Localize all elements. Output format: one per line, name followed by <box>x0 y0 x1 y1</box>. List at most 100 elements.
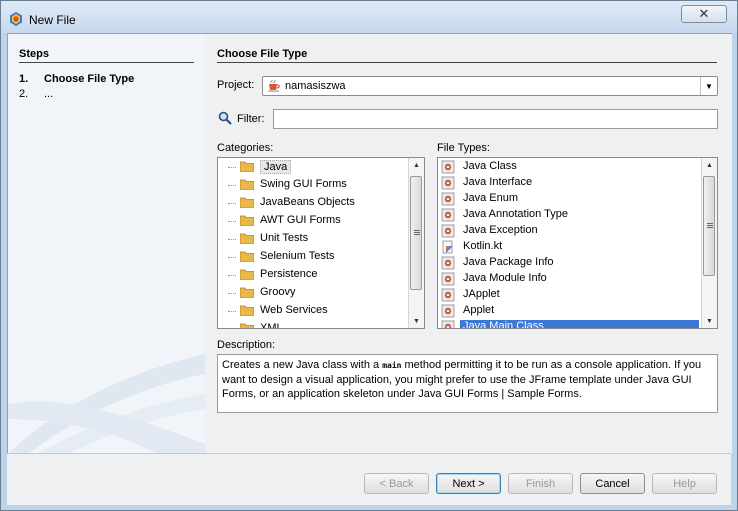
tree-line <box>228 203 236 204</box>
category-item[interactable]: XML <box>218 321 424 329</box>
project-combobox[interactable]: namasiszwa ▼ <box>262 76 718 96</box>
step-label: ... <box>44 88 54 100</box>
steps-divider <box>19 62 194 63</box>
folder-icon <box>240 215 254 226</box>
tree-line <box>228 221 236 222</box>
file-type-item[interactable]: Java Interface <box>438 175 717 191</box>
close-button[interactable]: ✕ <box>681 5 727 23</box>
file-type-label: Java Class <box>463 160 517 172</box>
tree-line <box>228 167 236 168</box>
java-class-file-icon <box>441 288 455 302</box>
cancel-button[interactable]: Cancel <box>580 473 645 494</box>
tree-line <box>228 275 236 276</box>
file-type-item[interactable]: Java Enum <box>438 191 717 207</box>
close-icon: ✕ <box>698 6 710 21</box>
section-title: Choose File Type <box>217 48 308 60</box>
file-type-item[interactable]: Java Annotation Type <box>438 207 717 223</box>
main-panel: Choose File Type Project: namasiszwa ▼ F… <box>205 34 732 454</box>
steps-heading: Steps <box>19 48 49 60</box>
chevron-down-icon[interactable]: ▼ <box>700 77 717 95</box>
help-button[interactable]: Help <box>652 473 717 494</box>
window-title: New File <box>29 13 76 27</box>
scroll-up-icon[interactable]: ▲ <box>409 158 424 172</box>
category-item[interactable]: Swing GUI Forms <box>218 177 424 193</box>
new-file-dialog: New File ✕ Steps 1. Choose File Type 2...… <box>0 0 738 511</box>
file-type-label: Java Main Class <box>460 320 699 328</box>
tree-line <box>228 185 236 186</box>
step-1: 1. Choose File Type <box>19 73 134 85</box>
category-label: Web Services <box>260 304 328 316</box>
category-label: AWT GUI Forms <box>260 214 341 226</box>
category-label: Groovy <box>260 286 296 298</box>
file-type-item[interactable]: Kotlin.kt <box>438 239 717 255</box>
folder-icon <box>240 251 254 262</box>
java-class-file-icon <box>441 256 455 270</box>
java-class-file-icon <box>441 192 455 206</box>
category-item[interactable]: Persistence <box>218 267 424 283</box>
folder-icon <box>240 197 254 208</box>
category-item[interactable]: JavaBeans Objects <box>218 195 424 211</box>
step-number: 2. <box>19 88 29 100</box>
scrollbar-thumb[interactable] <box>703 176 715 276</box>
categories-scrollbar[interactable]: ▲ ▼ <box>408 158 424 328</box>
folder-icon <box>240 323 254 328</box>
tree-line <box>228 311 236 312</box>
categories-list[interactable]: XML Web Services Groovy Persistence Selenium… <box>217 157 425 329</box>
description-text-start: Creates a new Java class with a <box>222 359 383 371</box>
file-types-label: File Types: <box>437 142 490 154</box>
java-class-file-icon <box>441 320 455 328</box>
folder-icon <box>240 233 254 244</box>
step-2: 2.... <box>19 88 53 100</box>
file-type-label: JApplet <box>463 288 500 300</box>
category-label: XML <box>260 322 283 329</box>
file-type-label: Kotlin.kt <box>463 240 503 252</box>
netbeans-logo-icon <box>10 12 22 26</box>
java-class-file-icon <box>441 160 455 174</box>
file-type-item[interactable]: Java Exception <box>438 223 717 239</box>
file-type-item[interactable]: Applet <box>438 303 717 319</box>
category-item[interactable]: AWT GUI Forms <box>218 213 424 229</box>
kotlin-file-icon <box>442 240 453 254</box>
file-types-scrollbar[interactable]: ▲ ▼ <box>701 158 717 328</box>
next-button[interactable]: Next > <box>436 473 501 494</box>
java-class-file-icon <box>441 208 455 222</box>
filter-input[interactable] <box>273 109 718 129</box>
file-type-item[interactable]: Java Module Info <box>438 271 717 287</box>
file-type-label: Java Interface <box>463 176 533 188</box>
dialog-content: Steps 1. Choose File Type 2.... Choose Fi… <box>7 33 732 454</box>
file-types-list[interactable]: Java Main Class Applet JApplet Java Module … <box>437 157 718 329</box>
category-label: Swing GUI Forms <box>260 178 347 190</box>
category-label: Unit Tests <box>260 232 309 244</box>
category-item[interactable]: Java <box>218 159 424 175</box>
folder-icon <box>240 161 254 172</box>
folder-icon <box>240 269 254 280</box>
category-item[interactable]: Groovy <box>218 285 424 301</box>
file-type-item[interactable]: Java Main Class <box>438 319 717 328</box>
back-button[interactable]: < Back <box>364 473 429 494</box>
file-type-label: Java Annotation Type <box>463 208 568 220</box>
java-class-file-icon <box>441 176 455 190</box>
file-type-item[interactable]: Java Class <box>438 159 717 175</box>
scroll-up-icon[interactable]: ▲ <box>702 158 717 172</box>
coffee-cup-icon <box>268 80 280 92</box>
scrollbar-thumb[interactable] <box>410 176 422 290</box>
category-label: Selenium Tests <box>260 250 335 262</box>
file-type-item[interactable]: Java Package Info <box>438 255 717 271</box>
scroll-down-icon[interactable]: ▼ <box>702 314 717 328</box>
file-type-label: Applet <box>463 304 495 316</box>
title-bar[interactable]: New File ✕ <box>1 1 737 33</box>
tree-line <box>228 293 236 294</box>
finish-button[interactable]: Finish <box>508 473 573 494</box>
filter-label: Filter: <box>237 113 265 125</box>
scroll-down-icon[interactable]: ▼ <box>409 314 424 328</box>
description-label: Description: <box>217 339 276 351</box>
category-item[interactable]: Web Services <box>218 303 424 319</box>
search-icon <box>218 111 232 125</box>
category-item[interactable]: Unit Tests <box>218 231 424 247</box>
project-value: namasiszwa <box>285 80 346 92</box>
file-type-item[interactable]: JApplet <box>438 287 717 303</box>
category-label: Persistence <box>260 268 318 280</box>
steps-panel: Steps 1. Choose File Type 2.... <box>8 34 205 454</box>
categories-label: Categories: <box>217 142 274 154</box>
category-item[interactable]: Selenium Tests <box>218 249 424 265</box>
